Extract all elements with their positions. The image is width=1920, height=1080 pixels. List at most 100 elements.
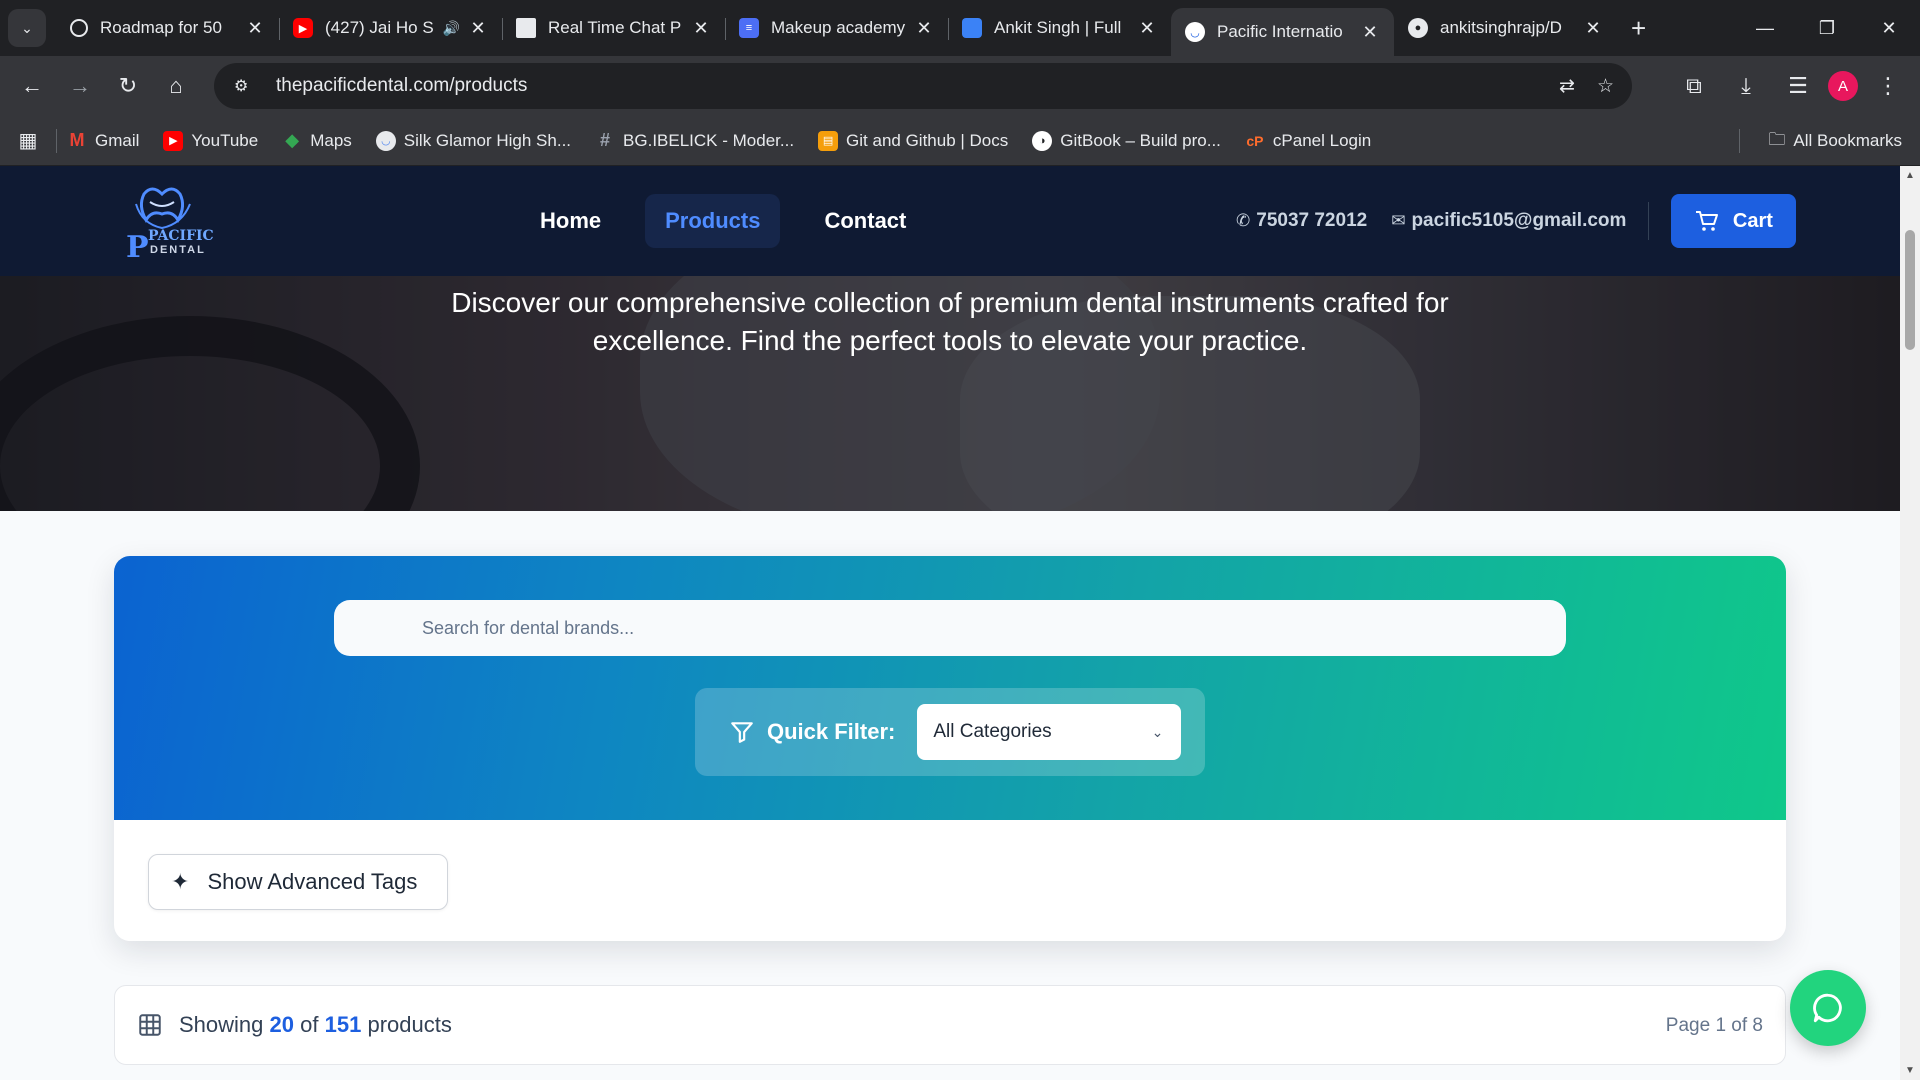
speaker-icon[interactable]: 🔊 [443,20,460,37]
site-logo[interactable]: P PACIFIC DENTAL [120,180,214,265]
chat-button[interactable] [1790,970,1866,1046]
tab-title: Ankit Singh | Full [994,18,1122,37]
nav-contact[interactable]: Contact [804,194,926,248]
phone-number[interactable]: 75037 72012 [1256,210,1367,232]
url-text[interactable]: thepacificdental.com/products [276,75,527,97]
all-bookmarks-label: All Bookmarks [1793,131,1902,150]
star-icon[interactable]: ☆ [1597,75,1614,98]
tab-title: Pacific Internatio [1217,22,1343,41]
bookmark-label: Gmail [95,130,140,150]
tab-title: (427) Jai Ho S [325,18,434,37]
chat-bubble-icon [1813,993,1842,1023]
briefcase-icon [962,18,982,38]
folder-icon: 🗀 [1768,129,1786,149]
brand-search-input[interactable] [334,600,1566,656]
browser-tab[interactable]: ≡ Makeup academy ✕ [725,0,948,56]
restore-icon[interactable]: ❐ [1796,0,1858,56]
browser-tab-active[interactable]: ◡ Pacific Internatio ✕ [1171,8,1394,56]
tooth-icon: ◡ [1185,22,1205,42]
close-icon[interactable]: ✕ [1360,22,1380,43]
all-bookmarks-button[interactable]: 🗀 All Bookmarks [1768,116,1902,166]
home-button[interactable]: ⌂ [152,62,200,110]
extensions-button[interactable]: ⧉ [1672,62,1716,110]
minimize-icon[interactable]: — [1734,0,1796,56]
puzzle-icon: ⧉ [1686,73,1702,98]
bookmark-gitbook[interactable]: ◑ GitBook – Build pro... [1032,130,1221,151]
bookmark-label: BG.IBELICK - Moder... [623,130,795,150]
window-controls: — ❐ ✕ [1734,0,1920,56]
phone-icon: ✆ [1236,211,1251,230]
close-icon[interactable]: ✕ [691,18,711,39]
grid-icon [139,1014,161,1036]
results-summary-bar: Showing 20 of 151 products Page 1 of 8 [114,985,1786,1065]
bookmark-git-docs[interactable]: ▤ Git and Github | Docs [818,130,1009,151]
media-button[interactable]: ☰ [1776,62,1820,110]
bookmark-label: GitBook – Build pro... [1060,130,1221,150]
contact-info: ✆ 75037 72012 ✉ pacific5105@gmail.com Ca… [1236,194,1797,248]
browser-tab[interactable]: Real Time Chat P ✕ [502,0,725,56]
menu-button[interactable]: ⋮ [1866,62,1910,110]
back-button[interactable]: ← [8,62,56,110]
email-address[interactable]: pacific5105@gmail.com [1411,210,1626,232]
category-select[interactable]: All Categories ⌄ [917,704,1182,760]
arrow-left-icon: ← [21,73,43,98]
browser-tab[interactable]: Ankit Singh | Full ✕ [948,0,1171,56]
bookmark-cpanel[interactable]: cP cPanel Login [1245,131,1371,151]
close-icon[interactable]: ✕ [468,18,488,39]
close-icon[interactable]: ✕ [245,18,265,39]
bookmark-gmail[interactable]: M Gmail [67,130,140,151]
reload-button[interactable]: ↻ [104,62,152,110]
show-advanced-tags-button[interactable]: ✦ Show Advanced Tags [148,854,448,910]
tab-title: Makeup academy [771,18,906,37]
browser-tabstrip: ⌄ Roadmap for 50 ✕ ▶ (427) Jai Ho S 🔊 ✕ … [0,0,1920,56]
address-bar[interactable]: ⚙ thepacificdental.com/products ⇄ ☆ [214,63,1632,109]
logo-letter: P [126,230,149,265]
maps-icon: ◆ [285,130,300,150]
new-tab-button[interactable]: + [1631,13,1646,44]
gitbook-icon: ◑ [1032,130,1053,151]
tab-search-button[interactable]: ⌄ [8,9,46,47]
close-window-icon[interactable]: ✕ [1858,0,1920,56]
main-nav: Home Products Contact [520,194,926,248]
apps-grid-icon[interactable]: ▦ [0,128,56,153]
scroll-thumb[interactable] [1905,230,1915,350]
results-count: Showing 20 of 151 products [179,1012,452,1038]
bookmarks-divider [1739,129,1740,153]
hero-description: Discover our comprehensive collection of… [451,287,1449,356]
browser-tab[interactable]: Roadmap for 50 ✕ [56,0,279,56]
logo-name: PACIFIC [148,228,214,244]
forward-button[interactable]: → [56,62,104,110]
close-icon[interactable]: ✕ [1583,18,1603,39]
bookmark-label: Git and Github | Docs [846,130,1009,150]
bookmark-bgibelick[interactable]: # BG.IBELICK - Moder... [595,130,795,151]
browser-tab[interactable]: ● ankitsinghrajp/D ✕ [1394,0,1617,56]
downloads-button[interactable]: ⤓ [1724,62,1768,110]
browser-tab[interactable]: ▶ (427) Jai Ho S 🔊 ✕ [279,0,502,56]
openai-icon [70,19,88,37]
close-icon[interactable]: ✕ [914,18,934,39]
translate-icon[interactable]: ⇄ [1559,75,1575,98]
bookmark-maps[interactable]: ◆ Maps [282,130,352,151]
mail-icon: ✉ [1391,211,1406,230]
site-info-icon[interactable]: ⚙ [234,76,262,96]
scroll-up-icon[interactable]: ▲ [1904,170,1916,181]
page-scrollbar[interactable]: ▲ ▼ [1900,166,1920,1080]
bookmark-silk[interactable]: ◡ Silk Glamor High Sh... [375,130,572,151]
advanced-tags-label: Show Advanced Tags [207,869,418,894]
bookmark-youtube[interactable]: ▶ YouTube [163,130,259,151]
bookmark-label: YouTube [191,130,259,150]
chevron-down-icon: ⌄ [1151,723,1164,740]
results-total: 151 [324,1012,362,1037]
close-icon[interactable]: ✕ [1137,18,1157,39]
nav-products[interactable]: Products [645,194,781,248]
page-indicator: Page 1 of 8 [1665,1015,1763,1036]
nav-home[interactable]: Home [520,194,621,248]
tab-title: ankitsinghrajp/D [1440,18,1562,37]
cart-button[interactable]: Cart [1671,194,1797,248]
github-icon: ● [1408,18,1428,38]
profile-avatar[interactable]: A [1828,71,1858,101]
bookmark-label: Silk Glamor High Sh... [403,130,572,150]
app-icon [516,18,536,38]
scroll-down-icon[interactable]: ▼ [1904,1065,1916,1076]
browser-toolbar: ← → ↻ ⌂ ⚙ thepacificdental.com/products … [0,56,1920,116]
